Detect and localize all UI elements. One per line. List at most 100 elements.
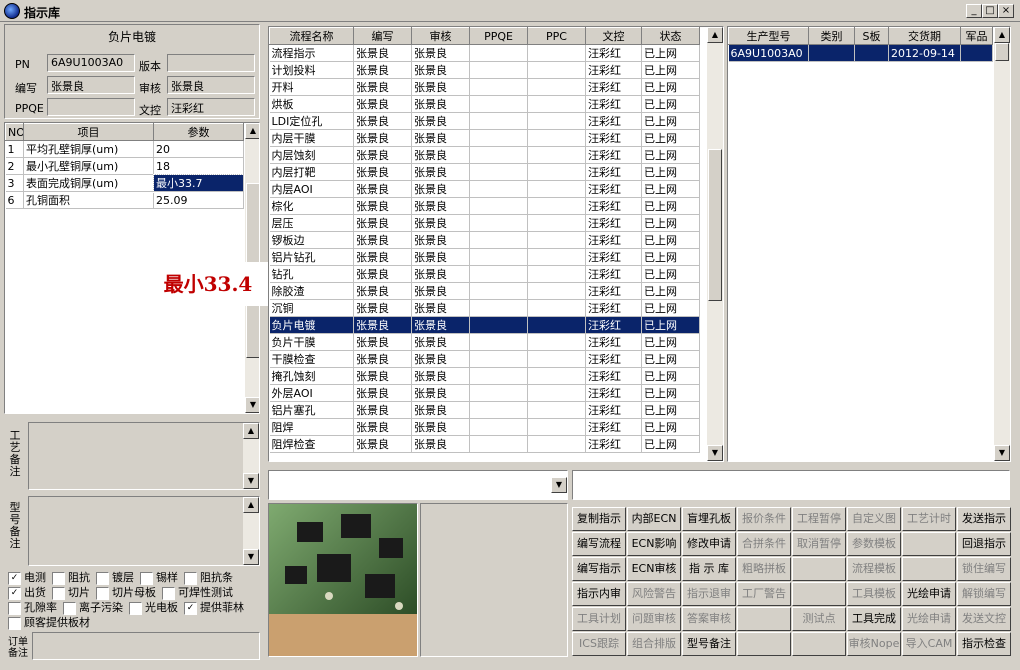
checkbox-item[interactable]: 阻抗条 xyxy=(184,571,233,585)
flow-cell[interactable]: 张景良 xyxy=(411,95,470,113)
flow-cell[interactable]: 张景良 xyxy=(353,129,412,147)
flow-cell[interactable] xyxy=(469,350,528,368)
flow-cell[interactable]: 张景良 xyxy=(353,180,412,198)
flow-cell[interactable]: 张景良 xyxy=(353,197,412,215)
flow-cell[interactable]: 张景良 xyxy=(353,367,412,385)
param-item[interactable]: 孔铜面积 xyxy=(23,191,154,209)
action-button[interactable]: 工具模板 xyxy=(847,582,901,606)
flow-cell[interactable] xyxy=(469,95,528,113)
checkbox-item[interactable]: 光电板 xyxy=(129,601,178,615)
flow-row[interactable]: 内层蚀刻 张景良 张景良 汪彩红 已上网 xyxy=(269,146,700,164)
flow-cell[interactable]: 掩孔蚀刻 xyxy=(269,367,354,385)
flow-cell[interactable]: 已上网 xyxy=(641,299,700,317)
chevron-down-icon[interactable]: ▼ xyxy=(551,477,567,493)
flow-row[interactable]: LDI定位孔 张景良 张景良 汪彩红 已上网 xyxy=(269,112,700,130)
flow-cell[interactable]: 已上网 xyxy=(641,384,700,402)
checkbox-item[interactable]: 镀层 xyxy=(96,571,134,585)
flow-cell[interactable]: LDI定位孔 xyxy=(269,112,354,130)
action-button[interactable] xyxy=(792,582,846,606)
action-button[interactable] xyxy=(902,557,956,581)
flow-cell[interactable]: 汪彩红 xyxy=(585,214,642,232)
flow-cell[interactable] xyxy=(527,316,586,334)
scroll-down-icon[interactable]: ▼ xyxy=(245,397,259,413)
flow-cell[interactable]: 张景良 xyxy=(353,214,412,232)
action-button[interactable]: 内部ECN xyxy=(627,507,681,531)
flow-cell[interactable]: 张景良 xyxy=(411,146,470,164)
flow-cell[interactable] xyxy=(527,333,586,351)
flow-cell[interactable]: 张景良 xyxy=(353,282,412,300)
flow-row[interactable]: 内层AOI 张景良 张景良 汪彩红 已上网 xyxy=(269,180,700,198)
flow-cell[interactable]: 烘板 xyxy=(269,95,354,113)
flow-cell[interactable] xyxy=(527,163,586,181)
flow-cell[interactable]: 张景良 xyxy=(353,78,412,96)
flow-cell[interactable]: 张景良 xyxy=(411,299,470,317)
action-button[interactable]: 发送指示 xyxy=(957,507,1011,531)
flow-cell[interactable]: 张景良 xyxy=(411,214,470,232)
action-button[interactable]: 审核Nope xyxy=(847,632,901,656)
flow-cell[interactable] xyxy=(527,95,586,113)
flow-cell[interactable]: 外层AOI xyxy=(269,384,354,402)
flow-cell[interactable]: 内层干膜 xyxy=(269,129,354,147)
flow-cell[interactable]: 张景良 xyxy=(353,248,412,266)
flow-grid[interactable]: 流程名称 编写 审核 PPQE PPC 文控 状态 流程指示 张景良 张景良 汪彩红 已上网 计划投料… xyxy=(268,26,724,462)
flow-cell[interactable] xyxy=(469,61,528,79)
flow-col-header[interactable]: PPC xyxy=(527,27,586,45)
scroll-down-icon[interactable]: ▼ xyxy=(707,445,723,461)
flow-cell[interactable]: 张景良 xyxy=(411,78,470,96)
action-button[interactable]: 合拼条件 xyxy=(737,532,791,556)
product-cell[interactable] xyxy=(808,44,855,62)
action-button[interactable]: 光绘申请 xyxy=(902,607,956,631)
flow-cell[interactable] xyxy=(469,265,528,283)
flow-cell[interactable]: 已上网 xyxy=(641,367,700,385)
action-button[interactable]: 工具完成 xyxy=(847,607,901,631)
flow-cell[interactable]: 张景良 xyxy=(411,384,470,402)
flow-cell[interactable] xyxy=(527,350,586,368)
flow-cell[interactable]: 张景良 xyxy=(353,316,412,334)
checkbox-empty-icon[interactable] xyxy=(52,586,65,600)
action-button[interactable]: ECN影响 xyxy=(627,532,681,556)
flow-cell[interactable]: 铝片钻孔 xyxy=(269,248,354,266)
scroll-down-icon[interactable]: ▼ xyxy=(243,549,259,565)
flow-cell[interactable] xyxy=(527,180,586,198)
checkbox-checked-icon[interactable]: ✓ xyxy=(184,601,197,615)
scroll-up-icon[interactable]: ▲ xyxy=(243,423,259,439)
checkbox-item[interactable]: 可焊性测试 xyxy=(162,586,233,600)
flow-cell[interactable]: 汪彩红 xyxy=(585,180,642,198)
flow-row[interactable]: 除胶渣 张景良 张景良 汪彩红 已上网 xyxy=(269,282,700,300)
product-grid[interactable]: 生产型号 类别 S板 交货期 军品 6A9U1003A0 2012-09-14 ▲ ▼ xyxy=(727,26,1011,462)
text-field[interactable] xyxy=(572,470,1010,500)
checkbox-empty-icon[interactable] xyxy=(8,601,21,615)
checkbox-item[interactable]: 阻抗 xyxy=(52,571,90,585)
flow-cell[interactable]: 张景良 xyxy=(411,401,470,419)
flow-cell[interactable]: 已上网 xyxy=(641,435,700,453)
param-value[interactable]: 25.09 xyxy=(153,191,244,209)
flow-cell[interactable] xyxy=(527,248,586,266)
flow-cell[interactable]: 张景良 xyxy=(411,367,470,385)
flow-col-header[interactable]: 文控 xyxy=(585,27,642,45)
flow-cell[interactable]: 已上网 xyxy=(641,333,700,351)
flow-cell[interactable]: 汪彩红 xyxy=(585,248,642,266)
checkbox-item[interactable]: ✓ 电测 xyxy=(8,571,46,585)
checkbox-empty-icon[interactable] xyxy=(63,601,76,615)
checkbox-item[interactable]: 切片母板 xyxy=(96,586,156,600)
flow-cell[interactable] xyxy=(469,197,528,215)
flow-cell[interactable]: 汪彩红 xyxy=(585,384,642,402)
scroll-up-icon[interactable]: ▲ xyxy=(243,497,259,513)
flow-cell[interactable]: 张景良 xyxy=(411,282,470,300)
flow-scrollbar[interactable]: ▲ ▼ xyxy=(707,27,723,461)
flow-cell[interactable]: 汪彩红 xyxy=(585,44,642,62)
flow-cell[interactable] xyxy=(469,333,528,351)
action-button[interactable]: 编写流程 xyxy=(572,532,626,556)
flow-cell[interactable]: 汪彩红 xyxy=(585,61,642,79)
process-note-scrollbar[interactable]: ▲ ▼ xyxy=(243,423,259,489)
flow-cell[interactable]: 已上网 xyxy=(641,197,700,215)
flow-cell[interactable] xyxy=(469,418,528,436)
flow-cell[interactable]: 张景良 xyxy=(353,401,412,419)
flow-col-header[interactable]: 编写 xyxy=(353,27,412,45)
flow-row[interactable]: 铝片塞孔 张景良 张景良 汪彩红 已上网 xyxy=(269,401,700,419)
flow-cell[interactable]: 汪彩红 xyxy=(585,316,642,334)
scroll-up-icon[interactable]: ▲ xyxy=(245,123,259,139)
action-button[interactable]: ICS跟踪 xyxy=(572,632,626,656)
action-button[interactable]: 修改申请 xyxy=(682,532,736,556)
flow-cell[interactable]: 已上网 xyxy=(641,61,700,79)
